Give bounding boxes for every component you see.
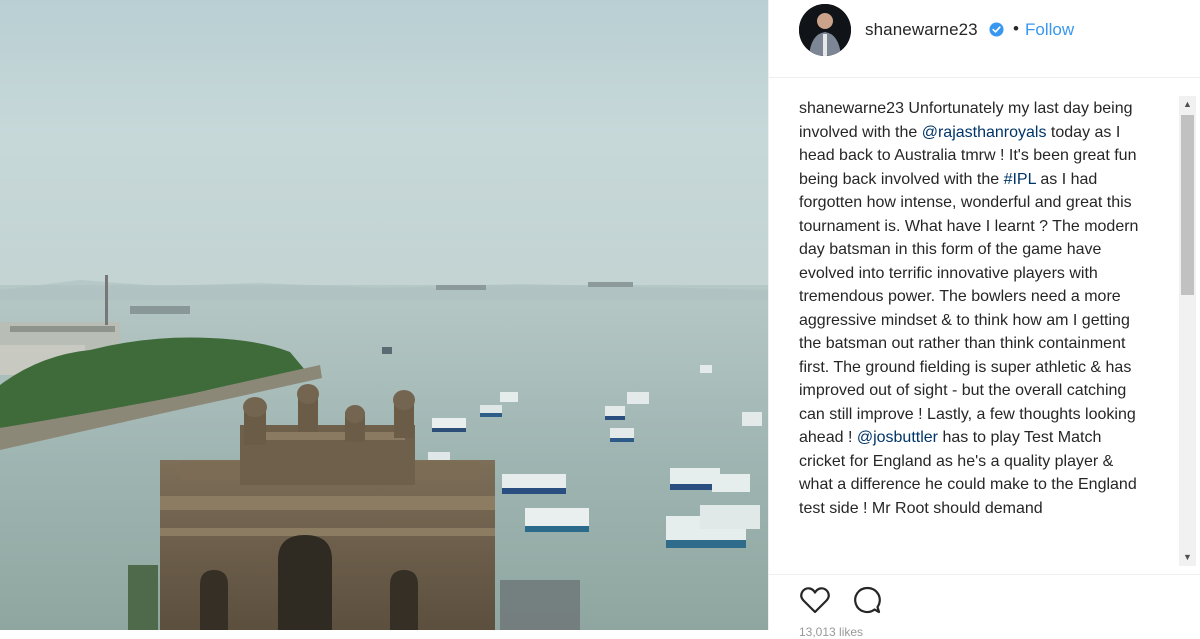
avatar[interactable] — [799, 4, 851, 56]
post-header: shanewarne23 • Follow — [769, 0, 1200, 78]
scroll-thumb[interactable] — [1181, 115, 1194, 295]
post-caption: shanewarne23 Unfortunately my last day b… — [799, 97, 1149, 567]
post-actions: 13,013 likes — [769, 574, 1200, 639]
hashtag-link[interactable]: #IPL — [1004, 171, 1036, 188]
caption-scrollbar[interactable]: ▲ ▼ — [1179, 96, 1196, 566]
username-link[interactable]: shanewarne23 — [865, 20, 978, 40]
follow-button[interactable]: Follow — [1025, 20, 1074, 40]
sky — [0, 0, 768, 300]
separator-dot: • — [1013, 19, 1019, 38]
scroll-down-arrow-icon[interactable]: ▼ — [1179, 549, 1196, 566]
mention-link[interactable]: @rajasthanroyals — [922, 124, 1047, 141]
scroll-up-arrow-icon[interactable]: ▲ — [1179, 96, 1196, 113]
caption-username[interactable]: shanewarne23 — [799, 100, 904, 117]
mention-link[interactable]: @josbuttler — [857, 429, 938, 446]
likes-count: 13,013 likes — [799, 625, 864, 639]
caption-text: as I had forgotten how intense, wonderfu… — [799, 170, 1139, 447]
post-sidebar: shanewarne23 • Follow shanewarne23 Unfor… — [768, 0, 1200, 639]
verified-badge-icon — [989, 22, 1004, 37]
heart-icon[interactable] — [799, 585, 831, 615]
comment-icon[interactable] — [851, 585, 883, 615]
post-photo[interactable] — [0, 0, 768, 630]
